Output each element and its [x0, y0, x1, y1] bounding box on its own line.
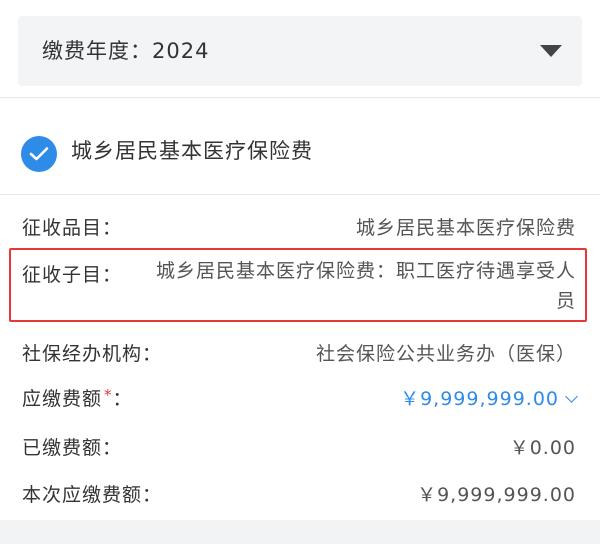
chevron-down-icon[interactable] [565, 390, 578, 403]
year-section: 缴费年度：2024 [0, 0, 600, 97]
amount-due-label-text: 应缴费额 [22, 388, 103, 410]
year-dropdown[interactable]: 缴费年度：2024 [18, 16, 582, 86]
current-due-label: 本次应缴费额： [22, 484, 163, 506]
footer-bar [0, 520, 600, 544]
insurance-item-label: 城乡居民基本医疗保险费 [71, 139, 313, 163]
current-due-value: ￥9,999,999.00 [417, 484, 576, 506]
subcategory-label: 征收子目： [22, 264, 123, 286]
amount-paid-label: 已缴费额： [22, 437, 123, 459]
amount-due-dropdown[interactable]: ￥9,999,999.00 [400, 384, 578, 411]
category-label: 征收品目： [22, 217, 123, 239]
year-dropdown-label: 缴费年度：2024 [42, 39, 210, 63]
required-mark: * [104, 386, 113, 404]
subcategory-value: 城乡居民基本医疗保险费：职工医疗待遇享受人员 [155, 260, 576, 312]
checkbox-checked-icon[interactable] [21, 136, 57, 172]
amount-due-label: 应缴费额 *： [22, 384, 133, 411]
divider [0, 194, 600, 195]
category-value: 城乡居民基本医疗保险费 [355, 217, 576, 239]
amount-paid-value: ￥0.00 [509, 437, 576, 459]
agency-value: 社会保险公共业务办（医保） [315, 343, 576, 365]
amount-due-value: ￥9,999,999.00 [400, 388, 559, 410]
agency-label: 社保经办机构： [22, 343, 163, 365]
amount-due-colon: ： [112, 388, 133, 410]
caret-down-icon[interactable] [540, 45, 562, 57]
